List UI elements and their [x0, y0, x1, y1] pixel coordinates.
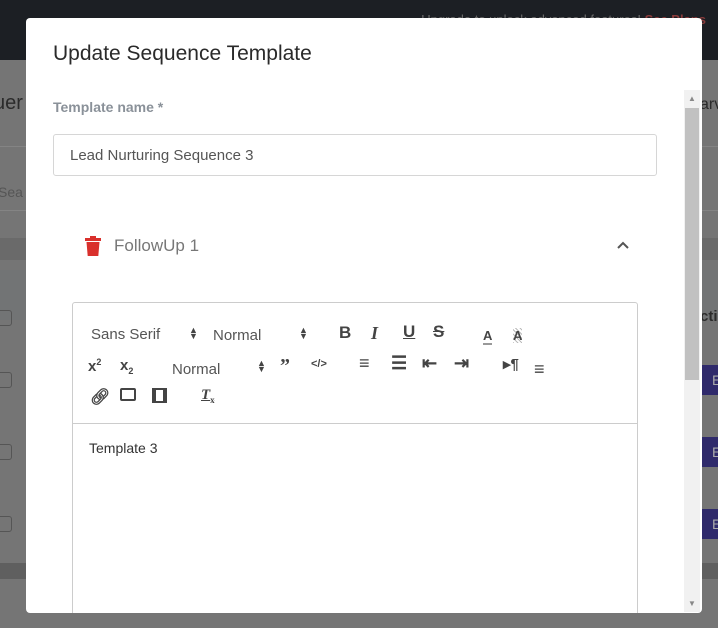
scroll-up-arrow-icon[interactable]: ▲ [688, 94, 696, 103]
row-checkbox[interactable] [0, 372, 12, 388]
search-fragment: Sea [0, 184, 23, 200]
column-fragment: cti [700, 308, 718, 325]
trash-icon[interactable] [84, 236, 102, 256]
chevron-up-icon[interactable] [616, 238, 630, 252]
strike-icon[interactable]: S [433, 322, 444, 342]
outdent-icon[interactable]: ⇤ [422, 353, 437, 374]
editor-toolbar: Sans Serif ▲ ▼ Normal ▲ ▼ B I U S A A x2 x… [73, 303, 637, 424]
row-checkbox[interactable] [0, 516, 12, 532]
sort-icon: ▲ ▼ [189, 325, 198, 341]
row-checkbox[interactable] [0, 310, 12, 326]
template-name-label: Template name * [53, 99, 164, 115]
size-select[interactable]: Normal [213, 327, 261, 344]
scroll-down-arrow-icon[interactable]: ▼ [688, 599, 696, 608]
sort-icon: ▲ ▼ [257, 358, 266, 374]
clear-format-icon[interactable]: Tx [201, 387, 215, 405]
template-name-input[interactable] [53, 134, 657, 176]
link-icon[interactable]: 🔗︎ [90, 387, 110, 407]
row-edit-button[interactable]: E [702, 509, 718, 539]
text-direction-icon[interactable]: ▸¶ [503, 355, 519, 373]
heading-select[interactable]: Normal [172, 361, 220, 378]
update-template-modal: Update Sequence Template Template name *… [26, 18, 702, 613]
row-edit-button[interactable]: E [702, 437, 718, 467]
ordered-list-icon[interactable]: ≡ [359, 353, 370, 374]
image-icon[interactable] [120, 388, 136, 401]
italic-icon[interactable]: I [371, 323, 378, 344]
text-color-icon[interactable]: A [483, 328, 493, 345]
modal-title: Update Sequence Template [53, 42, 312, 65]
align-icon[interactable]: ≡ [534, 359, 545, 380]
row-edit-button[interactable]: E [702, 365, 718, 395]
editor-content[interactable]: Template 3 [73, 424, 637, 472]
bold-icon[interactable]: B [339, 323, 351, 343]
blockquote-icon[interactable]: ” [280, 355, 290, 378]
superscript-icon[interactable]: x2 [88, 357, 101, 375]
subscript-icon[interactable]: x2 [120, 357, 133, 376]
indent-icon[interactable]: ⇥ [454, 353, 469, 374]
rich-text-editor: Sans Serif ▲ ▼ Normal ▲ ▼ B I U S A A x2 x… [72, 302, 638, 613]
background-color-icon[interactable]: A [513, 328, 523, 343]
followup-header[interactable]: FollowUp 1 [84, 236, 199, 256]
font-select[interactable]: Sans Serif [91, 326, 160, 343]
sort-icon: ▲ ▼ [299, 325, 308, 341]
row-checkbox[interactable] [0, 444, 12, 460]
page-heading-fragment: uer [0, 92, 23, 114]
underline-icon[interactable]: U [403, 322, 415, 342]
modal-scrollbar[interactable]: ▲ ▼ [684, 90, 700, 612]
scrollbar-thumb[interactable] [685, 108, 699, 380]
right-fragment: arv [700, 96, 718, 113]
bullet-list-icon[interactable]: ☰ [391, 353, 407, 374]
followup-label: FollowUp 1 [114, 236, 200, 255]
code-icon[interactable]: </> [311, 358, 327, 370]
video-icon[interactable] [152, 388, 167, 403]
